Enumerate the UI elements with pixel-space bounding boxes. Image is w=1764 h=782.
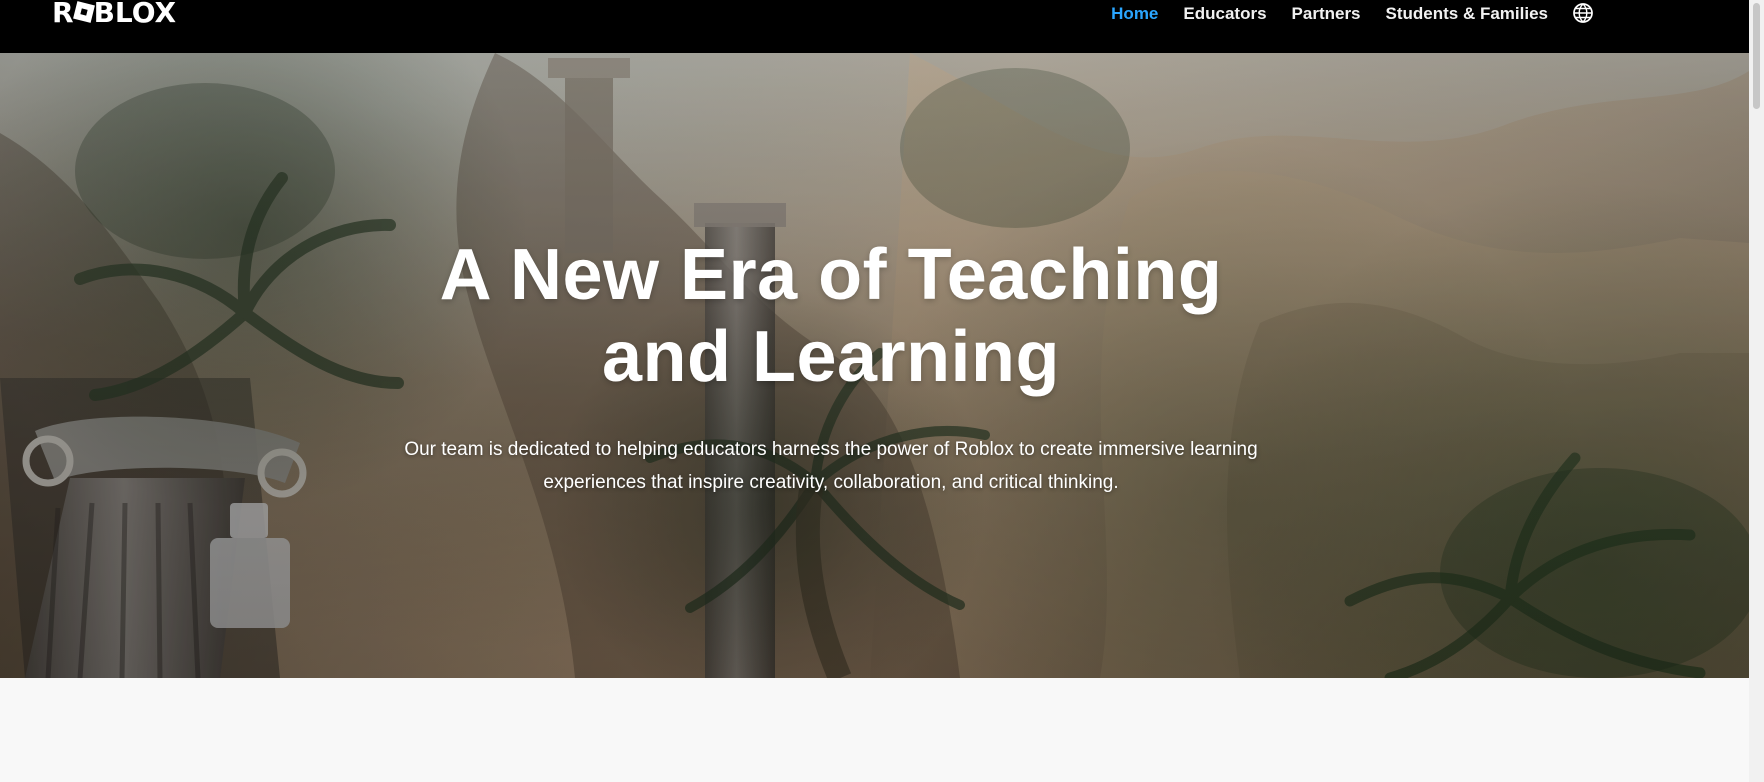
nav-students-families-link[interactable]: Students & Families xyxy=(1386,4,1548,24)
logo-text-blox: BLOX xyxy=(93,0,177,29)
scrollbar-thumb[interactable] xyxy=(1753,3,1760,109)
hero-copy: A New Era of Teaching and Learning Our t… xyxy=(393,234,1269,499)
hero-subtitle: Our team is dedicated to helping educato… xyxy=(404,439,1258,493)
hero-section: A New Era of Teaching and Learning Our t… xyxy=(0,53,1749,678)
top-navigation-bar: R BLOX Home Educators Partners Students … xyxy=(0,0,1749,53)
globe-icon xyxy=(1573,3,1593,23)
hero-title: A New Era of Teaching and Learning xyxy=(439,235,1223,397)
main-nav: Home Educators Partners Students & Famil… xyxy=(1111,0,1548,27)
roblox-logo[interactable]: R BLOX xyxy=(52,0,177,29)
nav-partners-link[interactable]: Partners xyxy=(1292,4,1361,24)
nav-educators-link[interactable]: Educators xyxy=(1183,4,1266,24)
vertical-scrollbar[interactable] xyxy=(1749,0,1764,782)
roblox-logo-text: R BLOX xyxy=(52,0,177,29)
roblox-education-page: R BLOX Home Educators Partners Students … xyxy=(0,0,1764,782)
next-section-start xyxy=(0,678,1749,782)
logo-letter-r: R xyxy=(52,0,74,29)
nav-home-link[interactable]: Home xyxy=(1111,4,1158,24)
language-selector-button[interactable] xyxy=(1571,1,1595,25)
logo-square-icon xyxy=(72,1,95,23)
